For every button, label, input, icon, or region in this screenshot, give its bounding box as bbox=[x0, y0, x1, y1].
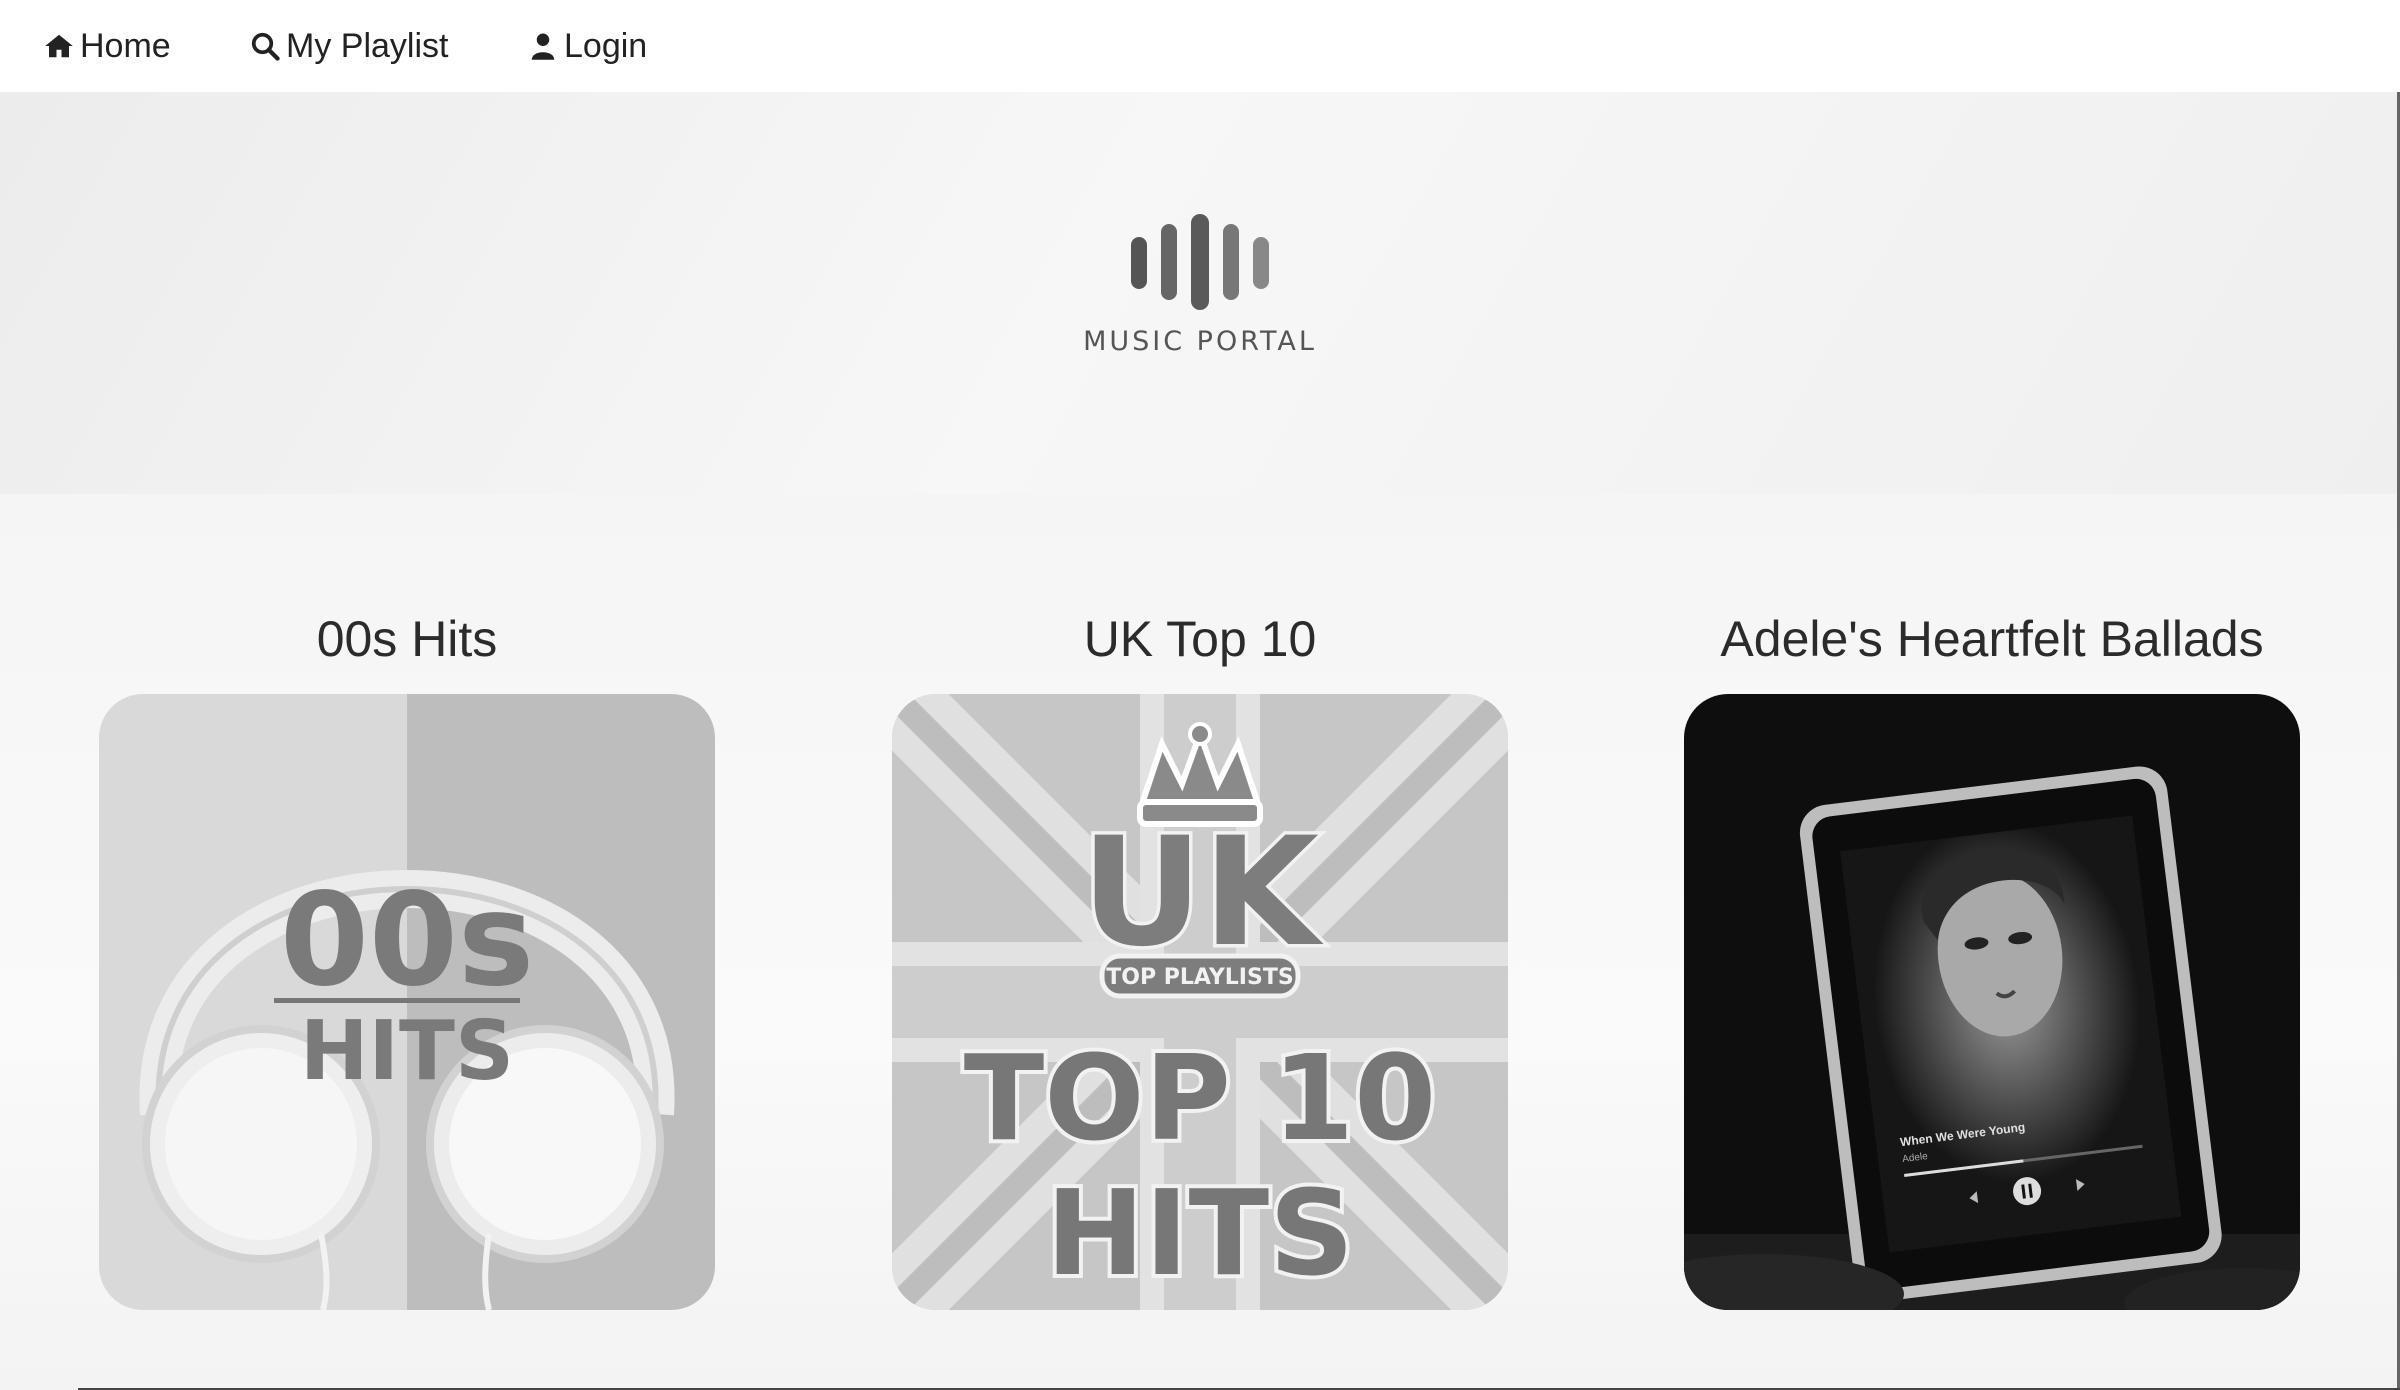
cover-text-top-10: TOP 10 bbox=[964, 1029, 1437, 1167]
playlist-cover-adeles-heartfelt-ballads[interactable]: When We Were Young Adele bbox=[1684, 694, 2300, 1310]
cover-text-hits: HITS bbox=[1046, 1164, 1354, 1302]
union-jack-cover-image: UK TOP PLAYLISTS TOP 10 HITS bbox=[892, 694, 1508, 1310]
music-portal-logo: MUSIC PORTAL bbox=[1080, 212, 1320, 362]
playlist-grid: 00s Hits 00s HITS UK Top 10 UK TOP PLAYL… bbox=[0, 494, 2400, 1390]
headphones-cover-image: 00s HITS bbox=[99, 694, 715, 1310]
playlist-cover-00s-hits[interactable]: 00s HITS bbox=[99, 694, 715, 1310]
cover-text-top-playlists: TOP PLAYLISTS bbox=[1106, 965, 1293, 990]
playlist-cover-uk-top-10[interactable]: UK TOP PLAYLISTS TOP 10 HITS bbox=[892, 694, 1508, 1310]
nav-home-link[interactable]: Home bbox=[44, 0, 171, 92]
nav-login-label: Login bbox=[564, 26, 648, 65]
cover-text-00s: 00s bbox=[280, 866, 534, 1015]
search-icon bbox=[251, 32, 280, 61]
top-navbar: Home My Playlist Login bbox=[0, 0, 2400, 92]
cover-text-hits: HITS bbox=[300, 1004, 514, 1099]
nav-login-link[interactable]: Login bbox=[528, 0, 647, 92]
nav-home-label: Home bbox=[80, 26, 171, 65]
nav-my-playlist-label: My Playlist bbox=[286, 26, 449, 65]
user-icon bbox=[531, 33, 555, 60]
logo-text: MUSIC PORTAL bbox=[1083, 326, 1317, 357]
playlist-title: Adele's Heartfelt Ballads bbox=[1720, 611, 2264, 667]
home-icon bbox=[45, 34, 73, 58]
tablet-photo-cover-image: When We Were Young Adele bbox=[1684, 694, 2300, 1310]
sound-wave-icon bbox=[1131, 214, 1269, 310]
hero-banner: MUSIC PORTAL bbox=[0, 92, 2400, 494]
nav-my-playlist-link[interactable]: My Playlist bbox=[250, 0, 448, 92]
